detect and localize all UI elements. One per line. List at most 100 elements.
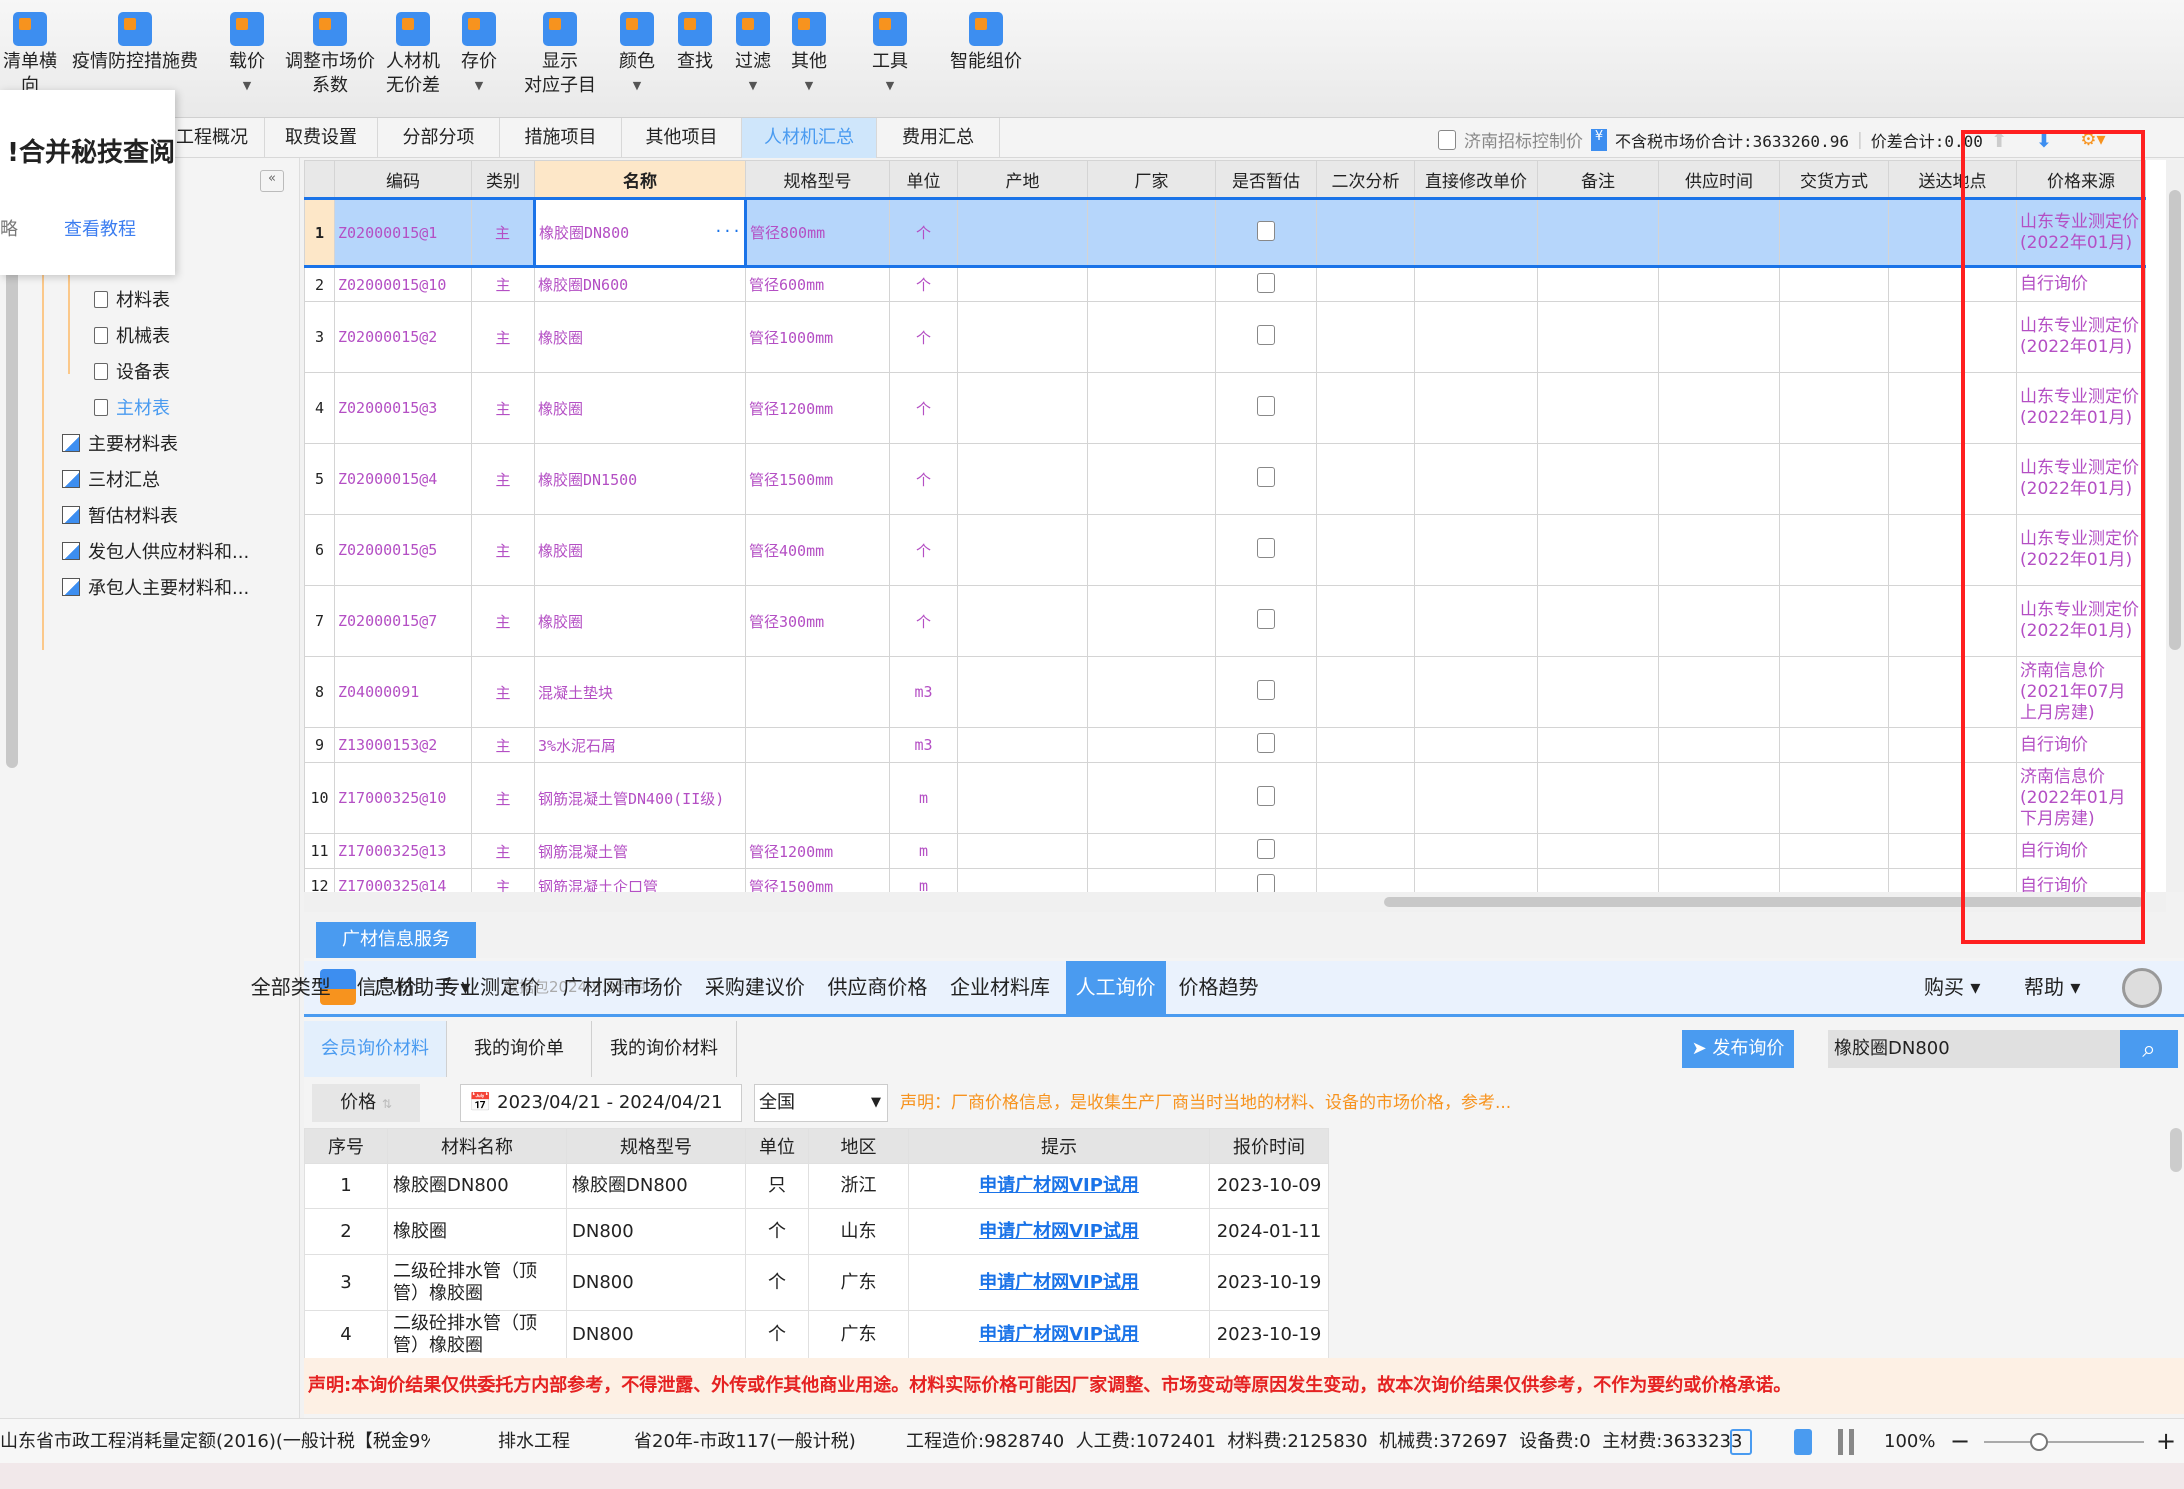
cell[interactable]: [1658, 301, 1780, 373]
guangcai-nav-item[interactable]: 价格趋势: [1178, 961, 1258, 1014]
cell[interactable]: [745, 762, 890, 834]
cell[interactable]: 11: [304, 833, 335, 869]
cell[interactable]: 9: [304, 727, 335, 763]
column-header[interactable]: [304, 160, 335, 199]
checkbox[interactable]: [1257, 839, 1275, 859]
guangcai-nav-item[interactable]: 信息价: [357, 961, 417, 1014]
table-row[interactable]: 11 Z17000325@13 主钢筋混凝土管 管径1200mm m 自行询价: [304, 833, 2146, 869]
search-button[interactable]: ⌕: [2120, 1030, 2178, 1068]
estimate-checkbox-cell[interactable]: [1215, 585, 1317, 657]
cell[interactable]: [1316, 762, 1415, 834]
cell[interactable]: [1316, 443, 1415, 515]
checkbox[interactable]: [1257, 396, 1275, 416]
checkbox[interactable]: [1257, 538, 1275, 558]
estimate-checkbox-cell[interactable]: [1215, 656, 1317, 728]
column-header[interactable]: 产地: [957, 160, 1088, 199]
column-header[interactable]: 类别: [471, 160, 535, 199]
cell[interactable]: 个: [889, 197, 958, 268]
cell[interactable]: [1537, 197, 1659, 268]
cell[interactable]: [1087, 868, 1216, 892]
checkbox[interactable]: [1257, 467, 1275, 487]
cell[interactable]: [1779, 656, 1889, 728]
cell[interactable]: [1414, 833, 1538, 869]
guangcai-nav-item[interactable]: 专业测定价: [440, 961, 540, 1014]
cell[interactable]: [1087, 372, 1216, 444]
cell[interactable]: Z04000091: [334, 656, 472, 728]
estimate-checkbox-cell[interactable]: [1215, 762, 1317, 834]
cell[interactable]: [1779, 372, 1889, 444]
cell[interactable]: 橡胶圈DN800 ···: [533, 197, 747, 268]
cell[interactable]: Z02000015@10: [334, 266, 472, 302]
more-icon[interactable]: ···: [714, 222, 741, 240]
checkbox[interactable]: [1257, 680, 1275, 700]
result-row[interactable]: 1 橡胶圈DN800 橡胶圈DN800 只 浙江 申请广材网VIP试用 2023-10-09: [304, 1163, 1329, 1209]
result-cell[interactable]: 申请广材网VIP试用: [908, 1163, 1210, 1209]
cell[interactable]: [1779, 443, 1889, 515]
view-single-icon[interactable]: [1794, 1429, 1812, 1455]
toolbar-button-12[interactable]: 智能组价: [936, 12, 1036, 74]
cell[interactable]: Z02000015@2: [334, 301, 472, 373]
toolbar-button-5[interactable]: 存价 ▼: [454, 12, 504, 98]
view-tutorial-link[interactable]: 查看教程: [64, 215, 136, 241]
cell[interactable]: [1414, 372, 1538, 444]
vip-trial-link[interactable]: 申请广材网VIP试用: [979, 1324, 1139, 1345]
cell[interactable]: [1537, 443, 1659, 515]
vip-trial-link[interactable]: 申请广材网VIP试用: [979, 1175, 1139, 1196]
zoom-slider[interactable]: [1984, 1441, 2144, 1443]
cell[interactable]: 3%水泥石屑: [534, 727, 746, 763]
cell[interactable]: [1316, 266, 1415, 302]
cell[interactable]: [1537, 585, 1659, 657]
cell[interactable]: [1316, 301, 1415, 373]
table-row[interactable]: 4 Z02000015@3 主橡胶圈 管径1200mm 个山东专业测定价(2022年01…: [304, 372, 2146, 444]
cell[interactable]: [957, 868, 1088, 892]
view-split-icon[interactable]: [1838, 1429, 1854, 1455]
cell[interactable]: Z17000325@14: [334, 868, 472, 892]
cell[interactable]: 钢筋混凝土管: [534, 833, 746, 869]
guangcai-nav-item[interactable]: 人工询价: [1065, 961, 1166, 1014]
cell[interactable]: [1316, 656, 1415, 728]
cell[interactable]: [745, 656, 890, 728]
popup-skip[interactable]: 略: [0, 215, 18, 241]
cell[interactable]: [1414, 197, 1538, 268]
cell[interactable]: [1414, 443, 1538, 515]
cell[interactable]: 4: [304, 372, 335, 444]
vip-trial-link[interactable]: 申请广材网VIP试用: [979, 1221, 1139, 1242]
cell[interactable]: 主: [471, 197, 535, 268]
column-header[interactable]: 厂家: [1087, 160, 1216, 199]
cell[interactable]: 主: [471, 514, 535, 586]
cell[interactable]: 5: [304, 443, 335, 515]
estimate-checkbox-cell[interactable]: [1215, 266, 1317, 302]
cell[interactable]: 管径1500mm: [745, 868, 890, 892]
cell[interactable]: [957, 727, 1088, 763]
cell[interactable]: 主: [471, 372, 535, 444]
cell[interactable]: [957, 762, 1088, 834]
table-row[interactable]: 2 Z02000015@10 主橡胶圈DN600 管径600mm 个自行询价: [304, 266, 2146, 302]
cell[interactable]: Z02000015@5: [334, 514, 472, 586]
cell[interactable]: [1658, 514, 1780, 586]
cell[interactable]: [957, 514, 1088, 586]
cell[interactable]: [1537, 727, 1659, 763]
cell[interactable]: [1537, 266, 1659, 302]
cell[interactable]: [1779, 727, 1889, 763]
cell[interactable]: 主: [471, 656, 535, 728]
cell[interactable]: [1779, 762, 1889, 834]
cell[interactable]: 个: [889, 443, 958, 515]
column-header[interactable]: 供应时间: [1658, 160, 1780, 199]
estimate-checkbox-cell[interactable]: [1215, 301, 1317, 373]
subtab-2[interactable]: 我的询价材料: [592, 1021, 737, 1077]
cell[interactable]: 钢筋混凝土管DN400(II级): [534, 762, 746, 834]
column-header[interactable]: 单位: [889, 160, 958, 199]
sort-price-button[interactable]: 价格 ⇅: [312, 1084, 420, 1122]
cell[interactable]: 橡胶圈: [534, 301, 746, 373]
region-select[interactable]: 全国 ▼: [754, 1084, 888, 1122]
subtab-0[interactable]: 会员询价材料: [304, 1021, 447, 1077]
estimate-checkbox-cell[interactable]: [1215, 514, 1317, 586]
guangcai-nav-item[interactable]: 采购建议价: [705, 961, 805, 1014]
cell[interactable]: [1316, 727, 1415, 763]
cell[interactable]: [957, 301, 1088, 373]
cell[interactable]: [1414, 656, 1538, 728]
cell[interactable]: 个: [889, 585, 958, 657]
cell[interactable]: [1779, 197, 1889, 268]
checkbox[interactable]: [1257, 325, 1275, 345]
cell[interactable]: [1537, 301, 1659, 373]
